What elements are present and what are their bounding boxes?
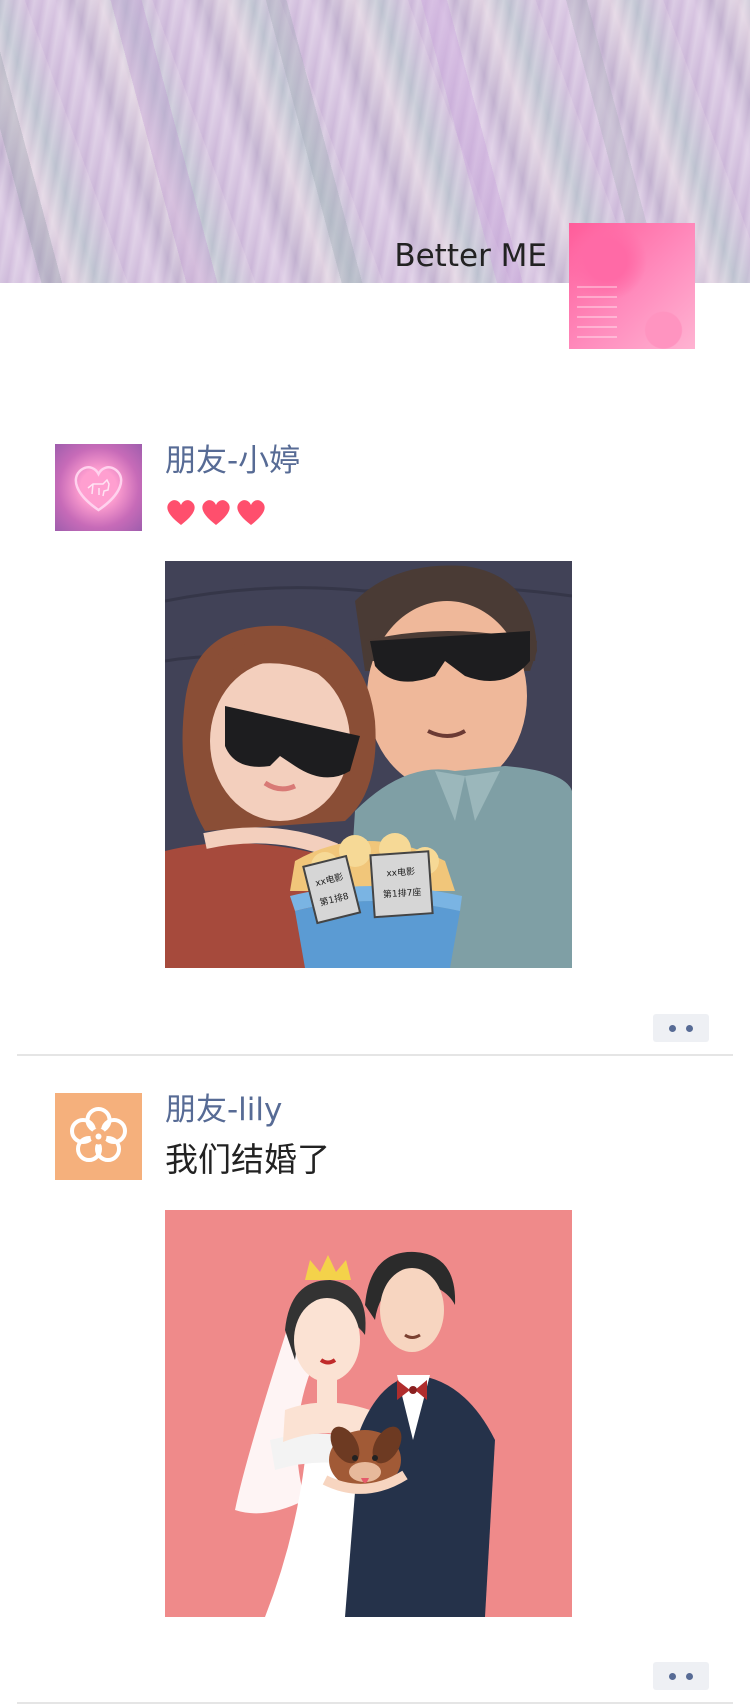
post-divider [17, 1054, 733, 1056]
dot-icon [686, 1673, 693, 1680]
hearts-content [165, 497, 270, 527]
friend-name-link[interactable]: 朋友-lily [165, 1090, 282, 1130]
more-actions-button[interactable] [653, 1662, 709, 1690]
couple-at-movies-illustration: xx电影 第1排8 xx电影 第1排7座 [165, 561, 572, 968]
post-divider [17, 1702, 733, 1704]
heart-icon [167, 500, 195, 525]
dot-icon [669, 1673, 676, 1680]
post-image[interactable] [165, 1210, 572, 1617]
friend-avatar[interactable] [55, 444, 142, 531]
dot-icon [686, 1025, 693, 1032]
more-actions-button[interactable] [653, 1014, 709, 1042]
profile-name: Better ME [394, 238, 547, 274]
profile-avatar[interactable] [569, 223, 695, 349]
post-text: 我们结婚了 [165, 1140, 330, 1179]
wedding-couple-illustration [165, 1210, 572, 1617]
post-image[interactable]: xx电影 第1排8 xx电影 第1排7座 [165, 561, 572, 968]
neon-heart-dog-icon [74, 466, 123, 512]
flower-icon [70, 1107, 127, 1162]
friend-avatar[interactable] [55, 1093, 142, 1180]
friend-name-link[interactable]: 朋友-小婷 [165, 441, 300, 481]
heart-icon [237, 500, 265, 525]
heart-icon [202, 500, 230, 525]
dot-icon [669, 1025, 676, 1032]
